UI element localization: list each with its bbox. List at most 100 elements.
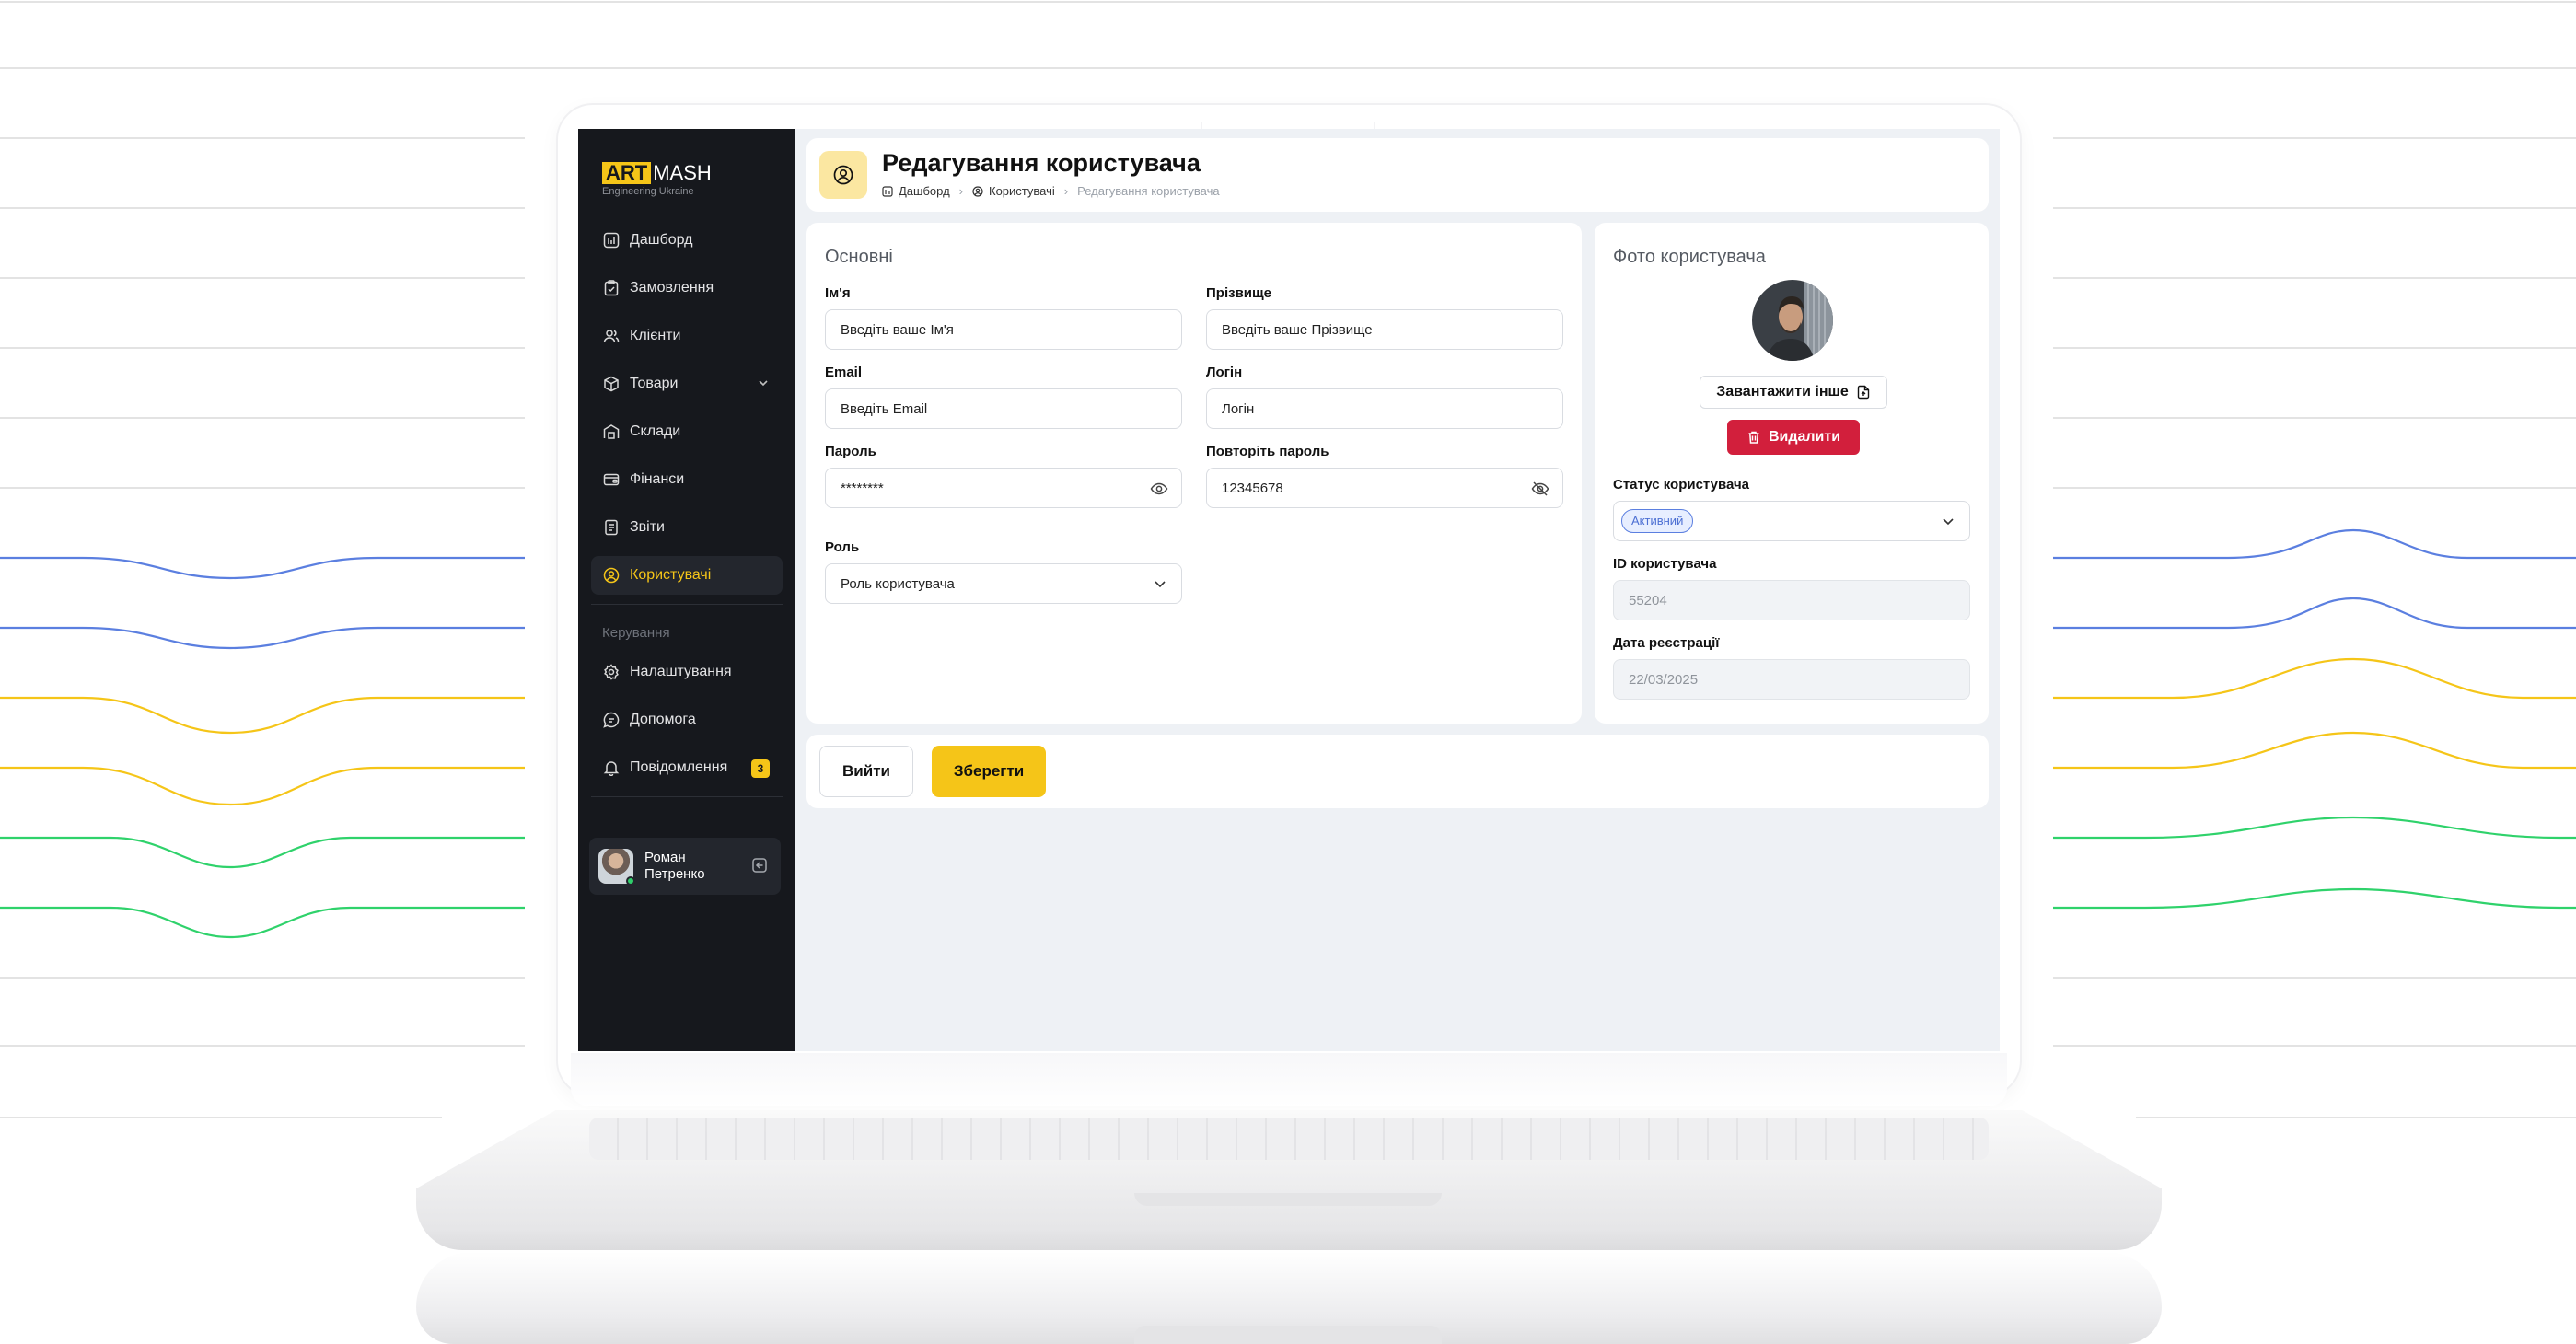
sidebar-item-label: Звіти [630,519,665,535]
delete-photo-button[interactable]: Видалити [1727,420,1860,455]
sidebar-divider [591,796,783,797]
page-title: Редагування користувача [882,149,1201,177]
logo-mash: MASH [653,161,712,184]
brand-logo[interactable]: ART MASH [591,149,783,184]
user-id-value: 55204 [1629,592,1667,608]
registration-date-label: Дата реєстрації [1613,635,1720,651]
page-header: Редагування користувача Дашборд › Корист… [806,138,1989,212]
role-select[interactable]: Роль користувача [825,563,1182,604]
breadcrumb: Дашборд › Користувачі › Редагування кори… [882,184,1220,198]
chevron-right-icon: › [958,184,963,198]
password-value: ******** [841,480,884,496]
eye-off-icon[interactable] [1531,480,1549,502]
user-status-select[interactable]: Активний [1613,501,1970,541]
sidebar-item-finance[interactable]: Фінанси [591,460,783,499]
breadcrumb-item-dashboard[interactable]: Дашборд [899,184,950,198]
sidebar-item-help[interactable]: Допомога [591,701,783,739]
online-status-dot [626,876,635,886]
sidebar-item-label: Товари [630,376,679,391]
laptop-screen: ART MASH Engineering Ukraine Дашборд Зам… [578,129,2000,1051]
sidebar: ART MASH Engineering Ukraine Дашборд Зам… [578,129,795,1051]
registration-date-value: 22/03/2025 [1629,671,1699,688]
login-value: Логін [1222,400,1255,417]
save-button[interactable]: Зберегти [932,746,1046,797]
email-value: Введіть Email [841,400,928,417]
password-input[interactable]: ******** [825,468,1182,508]
sidebar-section-label: Керування [602,625,670,641]
laptop-keyboard [589,1118,1989,1160]
user-status-label: Статус користувача [1613,477,1750,492]
logo-art: ART [602,162,652,184]
last-name-input[interactable]: Введіть ваше Прізвище [1206,309,1563,350]
login-input[interactable]: Логін [1206,388,1563,429]
file-upload-icon [1857,385,1869,400]
sidebar-item-label: Налаштування [630,664,732,679]
avatar [598,849,635,886]
laptop-chin [571,1053,2007,1106]
user-id-label: ID користувача [1613,556,1717,572]
form-actions: Вийти Зберегти [806,735,1989,808]
user-id-field: 55204 [1613,580,1970,620]
wallet-icon [602,470,621,489]
user-circle-icon [972,185,983,197]
sidebar-item-products[interactable]: Товари [591,365,783,403]
laptop-base-notch [1134,1326,1442,1344]
sidebar-item-label: Замовлення [630,280,714,295]
trash-icon [1748,431,1759,444]
status-badge: Активний [1621,509,1694,533]
sidebar-item-reports[interactable]: Звіти [591,508,783,547]
last-name-value: Введіть ваше Прізвище [1222,321,1373,338]
eye-icon[interactable] [1150,480,1168,502]
laptop-hinge [1134,1193,1442,1206]
bell-icon [602,759,621,777]
email-label: Email [825,365,863,380]
users-icon [602,327,621,345]
upload-photo-label: Завантажити інше [1716,384,1849,400]
dashboard-icon [882,185,893,197]
registration-date-field: 22/03/2025 [1613,659,1970,700]
chevron-down-icon[interactable] [757,377,770,394]
user-circle-icon [602,566,621,585]
user-photo-title: Фото користувача [1613,247,1766,267]
role-value: Роль користувача [841,575,955,592]
dashboard-icon [602,231,621,249]
sidebar-item-clients[interactable]: Клієнти [591,317,783,355]
box-icon [602,375,621,393]
email-input[interactable]: Введіть Email [825,388,1182,429]
basic-info-card: Основні Ім'я Введіть ваше Ім'я Прізвище … [806,223,1582,724]
sidebar-item-label: Клієнти [630,328,681,343]
current-user-card[interactable]: Роман Петренко [589,838,781,895]
main-content: Редагування користувача Дашборд › Корист… [795,129,2000,1051]
sidebar-item-label: Фінанси [630,471,685,487]
sidebar-item-users[interactable]: Користувачі [591,556,783,595]
logout-icon[interactable] [751,857,768,878]
last-name-label: Прізвище [1206,285,1272,301]
clipboard-check-icon [602,279,621,297]
warehouse-icon [602,423,621,441]
sidebar-item-label: Користувачі [630,567,712,583]
sidebar-item-label: Повідомлення [630,759,728,775]
upload-photo-button[interactable]: Завантажити інше [1700,376,1887,409]
sidebar-item-warehouses[interactable]: Склади [591,412,783,451]
password-repeat-value: 12345678 [1222,480,1283,496]
delete-photo-label: Видалити [1768,429,1841,445]
sidebar-item-notifications[interactable]: Повідомлення 3 [591,748,783,787]
notification-count-badge: 3 [751,759,770,778]
first-name-input[interactable]: Введіть ваше Ім'я [825,309,1182,350]
sidebar-item-settings[interactable]: Налаштування [591,653,783,691]
password-repeat-input[interactable]: 12345678 [1206,468,1563,508]
exit-button[interactable]: Вийти [819,746,913,797]
password-label: Пароль [825,444,876,459]
breadcrumb-item-current: Редагування користувача [1077,184,1220,198]
chevron-down-icon [1940,513,1956,533]
login-label: Логін [1206,365,1243,380]
sidebar-item-orders[interactable]: Замовлення [591,269,783,307]
breadcrumb-item-users[interactable]: Користувачі [989,184,1055,198]
sidebar-item-label: Дашборд [630,232,693,248]
sidebar-divider [591,604,783,605]
logo-subtitle: Engineering Ukraine [602,186,694,197]
sidebar-item-dashboard[interactable]: Дашборд [591,221,783,260]
first-name-label: Ім'я [825,285,851,301]
sidebar-nav: Дашборд Замовлення Клієнти Товари Склади… [591,221,783,797]
current-user-name: Роман Петренко [644,850,705,882]
